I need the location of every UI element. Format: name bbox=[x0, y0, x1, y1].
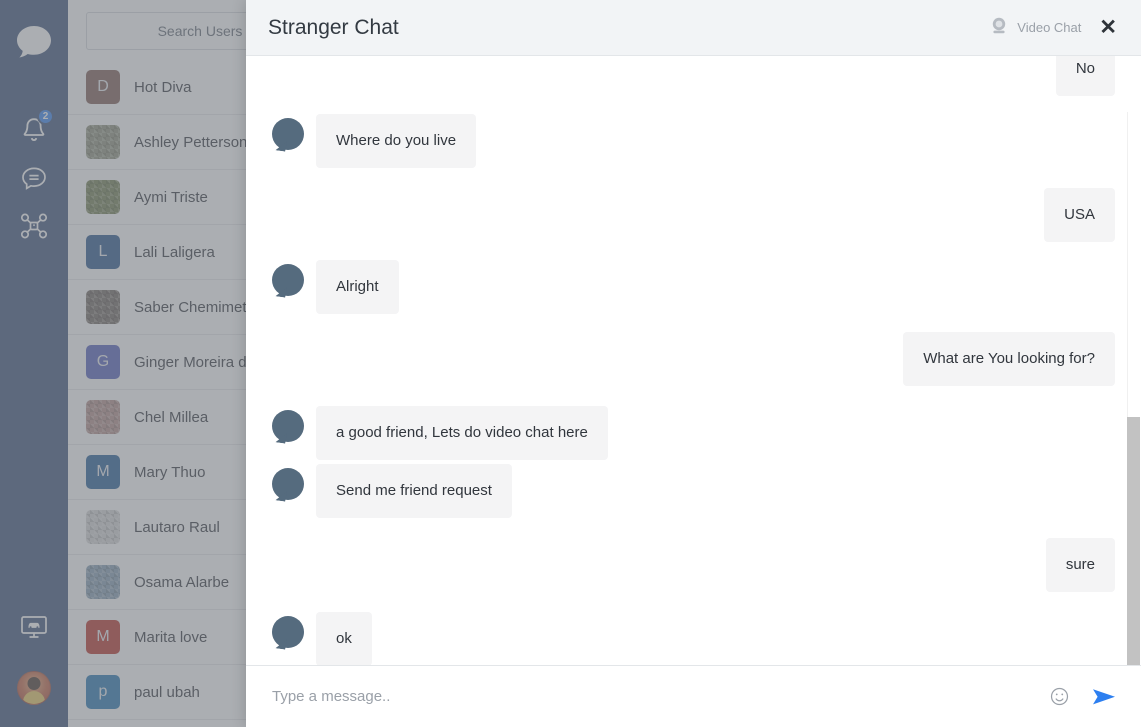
message-bubble-outgoing: What are You looking for? bbox=[903, 332, 1115, 386]
chat-scrollbar-thumb[interactable] bbox=[1127, 417, 1140, 665]
message-bubble-outgoing: sure bbox=[1045, 538, 1115, 592]
message-bubble-incoming: Alright bbox=[316, 260, 399, 314]
message-bubble-incoming: Where do you live bbox=[316, 114, 477, 168]
stranger-avatar-icon bbox=[272, 264, 304, 296]
message-row: What are You looking for? bbox=[272, 332, 1115, 386]
app-root: 2 bbox=[0, 0, 1141, 727]
stranger-chat-modal: Stranger Chat Video Chat ✕ No Where do yo bbox=[246, 0, 1141, 727]
message-row: Where do you live bbox=[272, 114, 1115, 168]
send-paper-plane-icon[interactable] bbox=[1091, 685, 1117, 709]
message-bubble-incoming: Send me friend request bbox=[316, 464, 512, 518]
modal-header: Stranger Chat Video Chat ✕ bbox=[246, 0, 1141, 56]
stranger-avatar-icon bbox=[272, 410, 304, 442]
message-row: Send me friend request bbox=[272, 464, 1115, 518]
message-bubble-outgoing: USA bbox=[1044, 188, 1115, 242]
message-row: sure bbox=[272, 538, 1115, 592]
message-composer bbox=[246, 665, 1141, 727]
header-actions: Video Chat ✕ bbox=[989, 15, 1125, 40]
smiley-face-icon[interactable] bbox=[1050, 687, 1069, 706]
message-row: a good friend, Lets do video chat here bbox=[272, 406, 1115, 460]
stranger-avatar-icon bbox=[272, 468, 304, 500]
message-row: No bbox=[272, 56, 1115, 96]
messages-container: No Where do you live USA Alright What are Yo… bbox=[272, 56, 1115, 665]
webcam-icon bbox=[989, 16, 1009, 39]
stranger-avatar-icon bbox=[272, 118, 304, 150]
message-row: USA bbox=[272, 188, 1115, 242]
message-row: Alright bbox=[272, 260, 1115, 314]
message-bubble-outgoing: No bbox=[1055, 56, 1115, 96]
message-input[interactable] bbox=[272, 688, 1050, 705]
close-icon[interactable]: ✕ bbox=[1091, 15, 1125, 40]
chat-scrollbar[interactable] bbox=[1127, 112, 1141, 665]
message-row: ok bbox=[272, 612, 1115, 665]
video-chat-label: Video Chat bbox=[1017, 20, 1082, 35]
chat-message-list[interactable]: No Where do you live USA Alright What are Yo… bbox=[246, 56, 1141, 665]
stranger-avatar-icon bbox=[272, 616, 304, 648]
video-chat-button[interactable]: Video Chat bbox=[989, 16, 1081, 39]
message-bubble-incoming: ok bbox=[316, 612, 372, 665]
message-bubble-incoming: a good friend, Lets do video chat here bbox=[316, 406, 608, 460]
page-title: Stranger Chat bbox=[268, 15, 399, 39]
